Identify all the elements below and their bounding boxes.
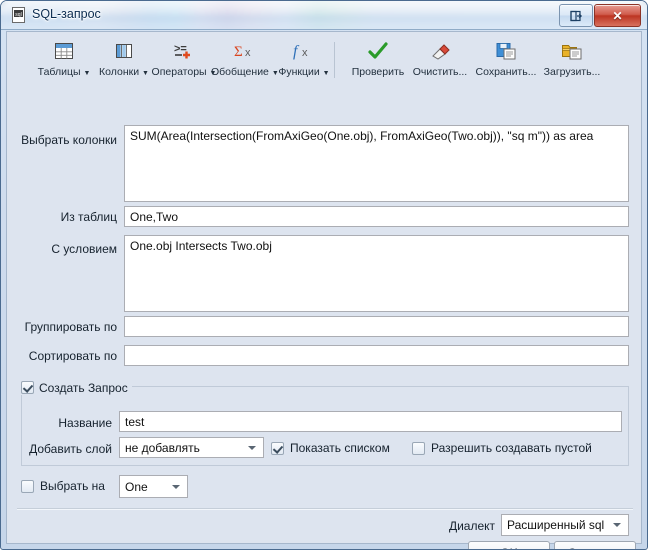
toolbar-item-verify[interactable]: Проверить <box>345 36 411 84</box>
query-name-input[interactable]: test <box>119 411 622 432</box>
toolbar-item-columns[interactable]: Колонки ▼ <box>91 36 157 84</box>
table-grid-icon <box>31 38 97 64</box>
floppy-save-icon <box>473 38 539 64</box>
chevron-down-icon: ▼ <box>142 70 149 77</box>
select-on-checkbox[interactable]: Выбрать на <box>21 479 105 493</box>
toolbar: Таблицы ▼ Колонки ▼ >= Операторы ▼ Σ x О… <box>7 32 641 86</box>
toolbar-label: Обобщение ▼ <box>211 66 279 78</box>
toolbar-item-aggregate[interactable]: Σ x Обобщение ▼ <box>211 36 279 84</box>
chevron-down-icon: ▼ <box>322 70 330 77</box>
checkbox-box[interactable] <box>21 381 34 394</box>
svg-text:>=: >= <box>174 43 187 55</box>
sql-query-dialog: sql SQL-запрос ✕ Таблицы ▼ Колонки ▼ >= … <box>0 0 648 550</box>
bottom-separator <box>17 508 633 510</box>
toolbar-item-tables[interactable]: Таблицы ▼ <box>31 36 97 84</box>
create-query-checkbox[interactable]: Создать Запрос <box>21 380 132 395</box>
allow-empty-checkbox[interactable]: Разрешить создавать пустой <box>412 441 592 455</box>
checkmark-icon <box>345 38 411 64</box>
dialog-client-area: Таблицы ▼ Колонки ▼ >= Операторы ▼ Σ x О… <box>6 31 642 549</box>
toolbar-item-functions[interactable]: f x Функции ▼ <box>271 36 337 84</box>
from-tables-label: Из таблиц <box>60 210 117 224</box>
toolbar-item-load[interactable]: Загрузить... <box>539 36 605 84</box>
restore-button[interactable] <box>559 4 593 27</box>
order-by-label: Сортировать по <box>28 349 117 363</box>
toolbar-item-save[interactable]: Сохранить... <box>473 36 539 84</box>
window-title: SQL-запрос <box>32 7 101 21</box>
restore-icon <box>570 10 583 21</box>
select-columns-input[interactable]: SUM(Area(Intersection(FromAxiGeo(One.obj… <box>124 125 629 202</box>
query-name-label: Название <box>58 416 112 430</box>
checkbox-box[interactable] <box>271 441 284 455</box>
where-label: С условием <box>51 242 117 256</box>
toolbar-separator <box>334 42 335 78</box>
show-as-list-checkbox[interactable]: Показать списком <box>271 441 390 455</box>
dialect-value: Расширенный sql <box>507 518 605 532</box>
select-columns-label: Выбрать колонки <box>21 133 117 147</box>
create-query-label: Создать Запрос <box>39 380 128 395</box>
eraser-icon <box>407 38 473 64</box>
where-input[interactable]: One.obj Intersects Two.obj <box>124 235 629 312</box>
toolbar-label: Колонки ▼ <box>99 66 149 78</box>
svg-text:x: x <box>302 47 308 59</box>
allow-empty-label: Разрешить создавать пустой <box>431 441 592 455</box>
close-button[interactable]: ✕ <box>594 4 641 27</box>
select-on-value: One <box>125 479 148 494</box>
from-tables-input[interactable]: One,Two <box>124 206 629 227</box>
toolbar-item-clear[interactable]: Очистить... <box>407 36 473 84</box>
svg-text:Σ: Σ <box>234 44 243 60</box>
dialect-select[interactable]: Расширенный sql <box>501 514 629 536</box>
show-as-list-label: Показать списком <box>290 441 390 455</box>
toolbar-label: Сохранить... <box>475 66 537 78</box>
toolbar-label: Операторы ▼ <box>151 66 217 78</box>
chevron-down-icon <box>172 484 180 489</box>
chevron-down-icon <box>613 523 621 527</box>
toolbar-label: Таблицы ▼ <box>37 66 91 78</box>
chevron-down-icon <box>248 445 256 450</box>
operators-icon: >= <box>151 38 217 64</box>
sigma-icon: Σ x <box>211 38 277 64</box>
select-on-label: Выбрать на <box>40 479 105 493</box>
select-on-select[interactable]: One <box>119 475 188 498</box>
svg-text:f: f <box>293 43 300 60</box>
group-by-input[interactable] <box>124 316 629 337</box>
toolbar-label: Очистить... <box>412 66 468 78</box>
toolbar-item-operators[interactable]: >= Операторы ▼ <box>151 36 217 84</box>
title-bar: sql SQL-запрос ✕ <box>1 1 647 30</box>
folder-open-icon <box>539 38 605 64</box>
toolbar-label: Проверить <box>351 66 405 78</box>
ok-button[interactable]: OK <box>468 541 550 549</box>
add-layer-label: Добавить слой <box>29 442 112 456</box>
add-layer-select[interactable]: не добавлять <box>119 437 264 458</box>
order-by-input[interactable] <box>124 345 629 366</box>
checkbox-box[interactable] <box>21 479 34 493</box>
svg-text:sql: sql <box>15 12 21 18</box>
fx-icon: f x <box>271 38 337 64</box>
svg-text:x: x <box>245 47 251 59</box>
sql-document-icon: sql <box>12 7 25 23</box>
cancel-button[interactable]: Отменить <box>554 541 636 549</box>
toolbar-label: Загрузить... <box>543 66 601 78</box>
checkbox-box[interactable] <box>412 441 425 455</box>
dialect-label: Диалект <box>448 519 495 533</box>
toolbar-label: Функции ▼ <box>278 66 330 78</box>
columns-icon <box>91 38 157 64</box>
group-by-label: Группировать по <box>24 320 117 334</box>
chevron-down-icon: ▼ <box>83 70 91 77</box>
close-icon: ✕ <box>612 8 623 23</box>
add-layer-value: не добавлять <box>125 440 200 455</box>
